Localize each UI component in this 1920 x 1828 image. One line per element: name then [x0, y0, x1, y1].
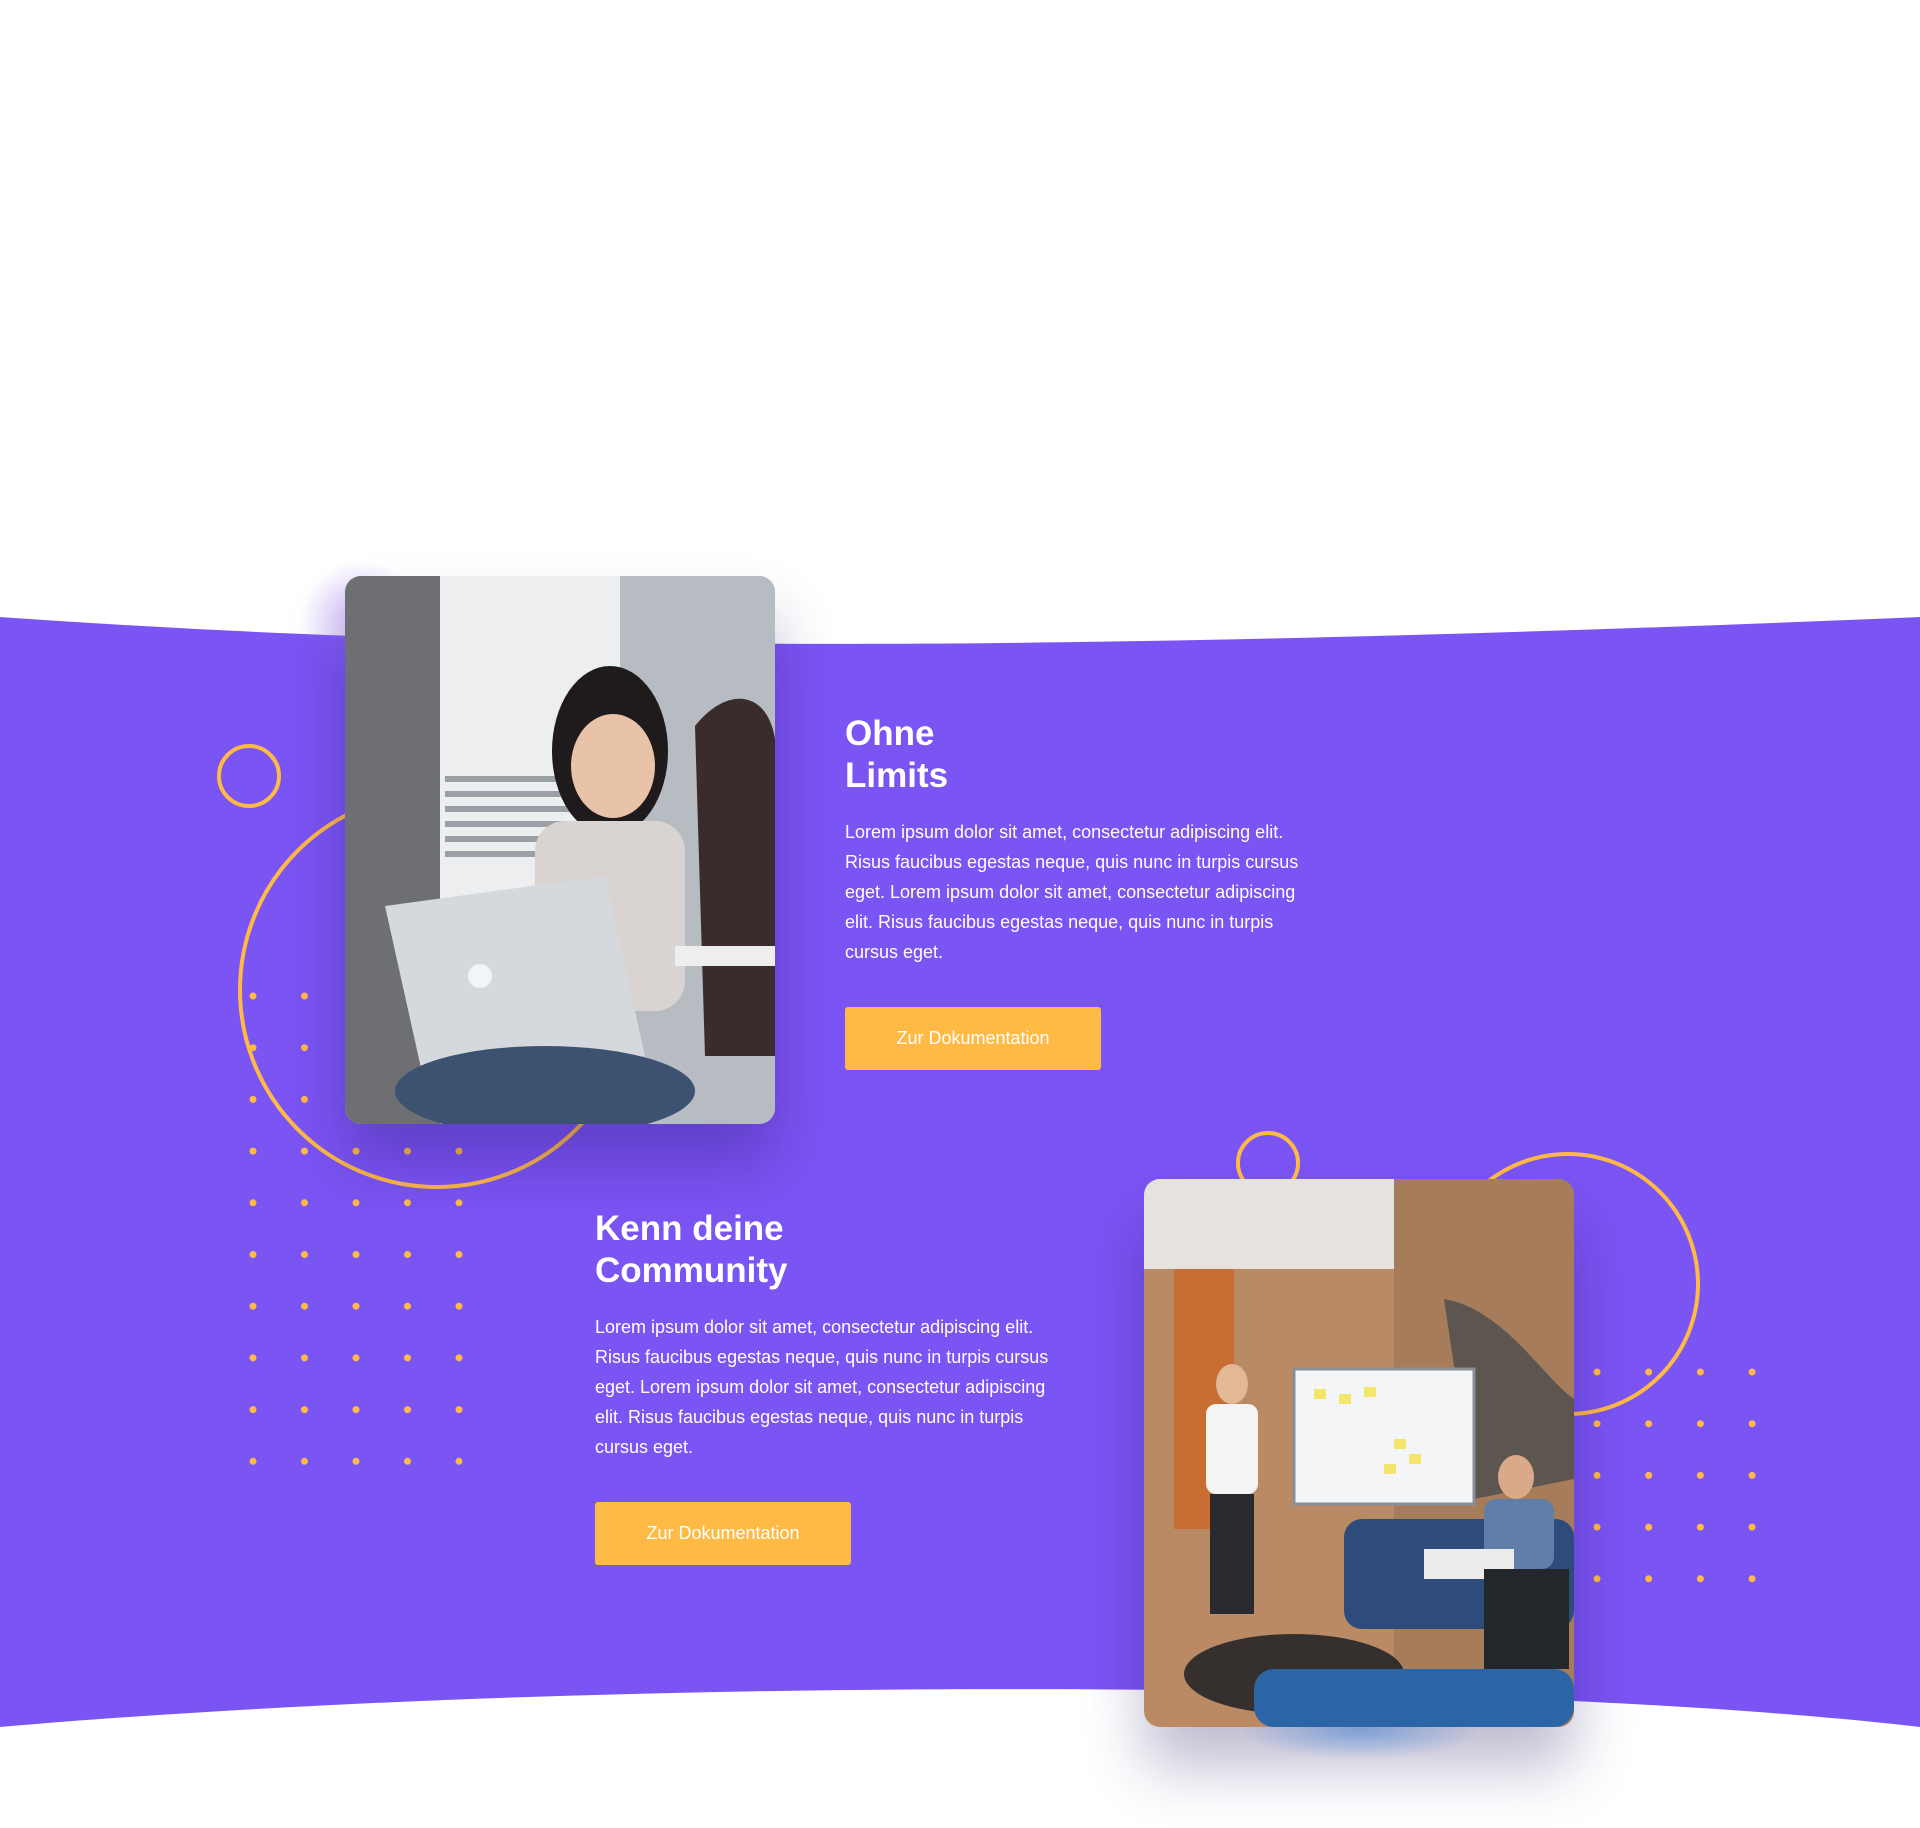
decor-dot	[301, 1251, 308, 1258]
decor-dot	[301, 1199, 308, 1207]
decor-dot	[455, 1302, 463, 1310]
decor-dot	[249, 1095, 257, 1103]
decor-dot	[1696, 1368, 1704, 1376]
decor-dot	[249, 1457, 257, 1465]
decor-dot	[404, 1302, 411, 1310]
feature-title-line: Ohne	[845, 714, 935, 753]
decor-dot	[404, 1354, 411, 1362]
decor-dot	[249, 992, 257, 1000]
decor-dot	[1645, 1575, 1653, 1583]
decor-dot	[301, 1406, 308, 1414]
decor-dot	[455, 1251, 463, 1258]
women-with-laptop-photo	[345, 576, 775, 1124]
decor-dot	[455, 1354, 463, 1362]
decor-dot	[301, 992, 308, 1000]
feature-title-line: Kenn deine	[595, 1209, 784, 1248]
decor-dot	[301, 1354, 308, 1362]
documentation-button[interactable]: Zur Dokumentation	[595, 1502, 851, 1565]
decor-dot	[301, 1147, 308, 1155]
decor-dot	[1696, 1420, 1704, 1428]
team-whiteboard-meeting-photo	[1144, 1179, 1574, 1727]
decor-dot	[249, 1147, 257, 1155]
decor-dot	[455, 1199, 463, 1207]
decor-dot	[352, 1147, 360, 1155]
decor-dot	[1645, 1523, 1653, 1531]
decor-dot	[404, 1251, 411, 1258]
decor-dot	[1696, 1523, 1704, 1531]
decor-dot	[1748, 1471, 1756, 1479]
decor-dot	[1593, 1368, 1601, 1376]
decor-dot	[301, 1302, 308, 1310]
decor-dot	[352, 1406, 360, 1414]
decor-dot	[301, 1044, 308, 1052]
decor-dot	[301, 1457, 308, 1465]
decor-dot	[1748, 1575, 1756, 1583]
decor-dot	[1748, 1523, 1756, 1531]
feature-ohne-limits: Ohne Limits Lorem ipsum dolor sit amet, …	[845, 713, 1315, 1070]
decor-dot	[249, 1199, 257, 1207]
decor-dot	[1748, 1368, 1756, 1376]
decor-dot	[352, 1199, 360, 1207]
decor-dot	[1645, 1471, 1653, 1479]
decor-dot	[1748, 1420, 1756, 1428]
decor-dot	[1593, 1471, 1601, 1479]
decor-dot	[249, 1302, 257, 1310]
decor-dot	[404, 1406, 411, 1414]
decor-dot	[249, 1406, 257, 1414]
decor-dot	[455, 1457, 463, 1465]
decor-dot	[1696, 1471, 1704, 1479]
decor-dot	[301, 1095, 308, 1103]
decor-dot	[455, 1147, 463, 1155]
decor-dot	[1696, 1575, 1704, 1583]
decor-dot	[1645, 1368, 1653, 1376]
feature-title-line: Limits	[845, 756, 949, 795]
feature-description: Lorem ipsum dolor sit amet, consectetur …	[845, 822, 1299, 962]
decor-dot	[352, 1457, 360, 1465]
decor-dot	[455, 1406, 463, 1414]
decor-dot	[249, 1044, 257, 1052]
decor-dot	[352, 1251, 360, 1258]
decor-dot	[1593, 1575, 1601, 1583]
decor-dot	[404, 1147, 411, 1155]
decor-dot	[249, 1251, 257, 1258]
decor-dot	[404, 1199, 411, 1207]
feature-title-line: Community	[595, 1251, 788, 1290]
decor-dot	[404, 1457, 411, 1465]
decor-dot	[249, 1354, 257, 1362]
decor-dot	[352, 1302, 360, 1310]
decor-dot	[352, 1354, 360, 1362]
decor-dot	[1645, 1420, 1653, 1428]
documentation-button[interactable]: Zur Dokumentation	[845, 1007, 1101, 1070]
decor-dot	[1593, 1420, 1601, 1428]
feature-description: Lorem ipsum dolor sit amet, consectetur …	[595, 1317, 1049, 1457]
decor-dot	[1593, 1523, 1601, 1531]
feature-title: Ohne Limits	[845, 713, 1315, 797]
feature-kenn-deine-community: Kenn deine Community Lorem ipsum dolor s…	[595, 1208, 1065, 1565]
feature-title: Kenn deine Community	[595, 1208, 1065, 1292]
